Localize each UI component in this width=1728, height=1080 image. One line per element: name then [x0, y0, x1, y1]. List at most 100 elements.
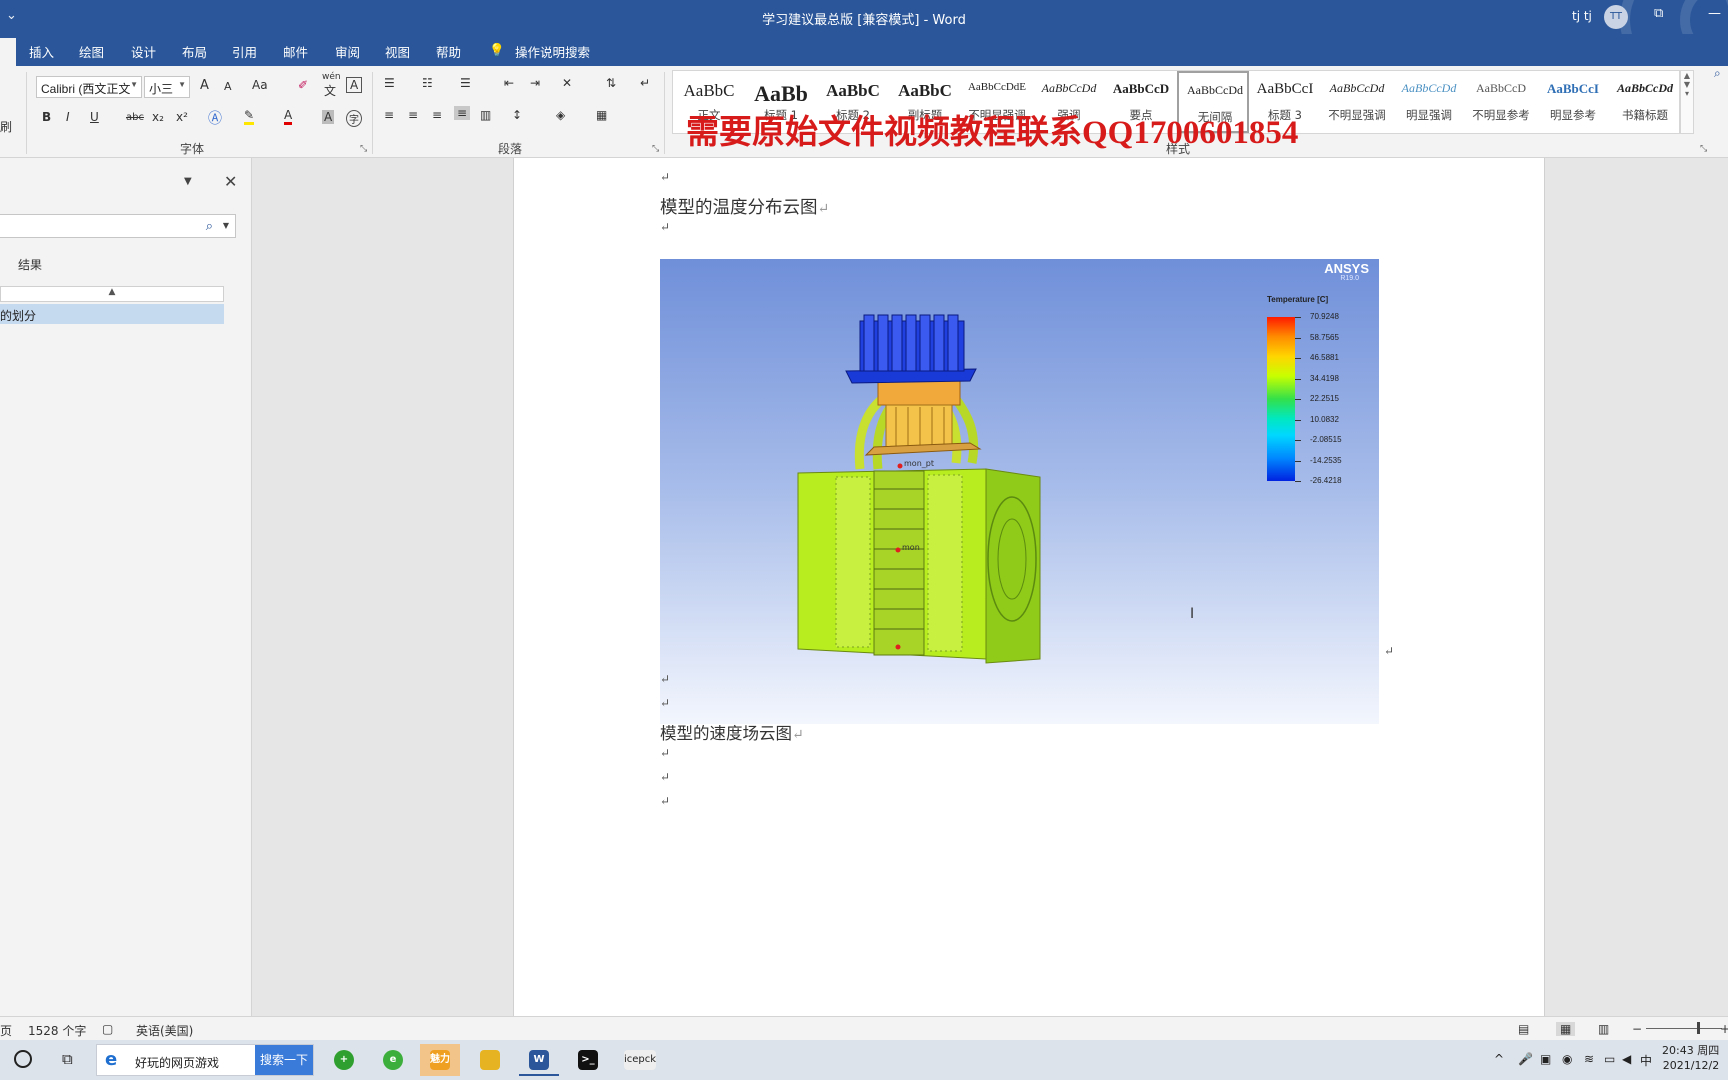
taskbar-app-meili[interactable]: 魅力	[420, 1044, 460, 1076]
shrink-font-button[interactable]: A	[224, 80, 232, 93]
clear-formatting-icon[interactable]: ✐	[298, 78, 308, 92]
phonetic-guide-char[interactable]: 文	[324, 82, 336, 99]
taskbar-app-icepak[interactable]: icepck	[618, 1044, 662, 1076]
tab-references[interactable]: 引用	[232, 42, 257, 61]
subscript-button[interactable]: x₂	[152, 110, 164, 124]
word-count[interactable]: 1528 个字	[28, 1022, 86, 1039]
cortana-icon[interactable]	[14, 1050, 32, 1068]
microphone-icon[interactable]: 🎤	[1518, 1052, 1533, 1066]
tab-home[interactable]	[0, 38, 16, 66]
sort-icon[interactable]: ⇅	[606, 76, 616, 90]
format-painter-label[interactable]: 刷	[0, 118, 12, 135]
text-effects-icon[interactable]: Ⓐ	[208, 108, 222, 128]
tab-draw[interactable]: 绘图	[79, 42, 104, 61]
dialog-launcher-icon[interactable]: ⤡	[360, 144, 367, 154]
language-indicator[interactable]: 英语(美国)	[136, 1022, 193, 1039]
proofing-icon[interactable]: ▢	[102, 1022, 113, 1036]
security-icon[interactable]: ▣	[1540, 1052, 1551, 1066]
multilevel-list-icon[interactable]: ☰	[460, 76, 471, 90]
network-icon[interactable]: ≋	[1584, 1052, 1594, 1066]
style-item[interactable]: AaBbCcI 明显参考	[1537, 71, 1609, 133]
enclose-characters-button[interactable]: 字	[346, 110, 362, 127]
phonetic-guide-label[interactable]: wén	[322, 72, 341, 82]
read-mode-icon[interactable]: ▤	[1518, 1022, 1529, 1036]
show-marks-icon[interactable]: ↵	[640, 76, 650, 90]
volume-icon[interactable]: ◀	[1622, 1052, 1631, 1066]
restore-window-icon[interactable]: ⧉	[1654, 6, 1663, 21]
decrease-indent-icon[interactable]: ⇤	[504, 76, 514, 90]
collapse-up-icon[interactable]: ▲	[0, 286, 224, 302]
document-page[interactable]: ↵ 模型的温度分布云图↵ ↵ mon_pt mon ANSYS R19.0 Te…	[513, 158, 1545, 1016]
temperature-contour-image[interactable]: mon_pt mon ANSYS R19.0 Temperature [C] 7…	[660, 259, 1379, 724]
zoom-slider[interactable]	[1646, 1028, 1722, 1029]
heading-velocity[interactable]: 模型的速度场云图↵	[660, 720, 804, 744]
heading-temperature[interactable]: 模型的温度分布云图↵	[660, 194, 829, 219]
bullets-icon[interactable]: ☰	[384, 76, 395, 90]
justify-icon[interactable]: ≡	[454, 106, 471, 120]
character-border-button[interactable]: A	[346, 77, 363, 93]
close-icon[interactable]: ✕	[224, 172, 237, 191]
style-item[interactable]: AaBbCcDd 明显强调	[1393, 71, 1465, 133]
tab-mailings[interactable]: 邮件	[283, 42, 308, 61]
page-indicator[interactable]: 页	[0, 1022, 12, 1039]
taskbar-search[interactable]: e 好玩的网页游戏 搜索一下	[96, 1044, 314, 1076]
search-icon[interactable]: ⌕	[206, 219, 213, 234]
bold-button[interactable]: B	[42, 110, 51, 124]
tab-results[interactable]: 结果	[18, 256, 42, 273]
font-size-combo[interactable]: 小三 ▼	[144, 76, 190, 98]
align-left-icon[interactable]: ≡	[384, 108, 394, 122]
numbering-icon[interactable]: ☷	[422, 76, 433, 90]
task-view-icon[interactable]: ⧉	[62, 1050, 73, 1068]
tab-design[interactable]: 设计	[131, 42, 156, 61]
dialog-launcher-icon[interactable]: ⤡	[652, 144, 659, 154]
nav-heading-item[interactable]: 的划分	[0, 304, 224, 324]
align-center-icon[interactable]: ≡	[408, 108, 418, 122]
show-hidden-icons-icon[interactable]: ^	[1494, 1052, 1504, 1066]
line-spacing-icon[interactable]: ↕	[512, 108, 522, 122]
editing-find-icon[interactable]: ⌕	[1714, 66, 1721, 81]
minimize-icon[interactable]: —	[1708, 6, 1721, 21]
style-item[interactable]: AaBbCcDd 书籍标题	[1609, 71, 1681, 133]
taskbar-app-360[interactable]: +	[324, 1044, 364, 1076]
nav-search-input[interactable]: ⌕ ▼	[0, 214, 236, 238]
superscript-button[interactable]: x²	[176, 110, 188, 124]
tab-help[interactable]: 帮助	[436, 42, 461, 61]
change-case-button[interactable]: Aa	[252, 78, 268, 92]
ime-indicator[interactable]: 中	[1640, 1052, 1652, 1069]
zoom-out-button[interactable]: −	[1632, 1022, 1642, 1036]
avatar[interactable]: TT	[1604, 5, 1628, 29]
distributed-icon[interactable]: ▥	[480, 108, 491, 122]
strikethrough-button[interactable]: abc	[126, 112, 144, 123]
taskbar-app-explorer[interactable]	[470, 1044, 510, 1076]
tab-insert[interactable]: 插入	[29, 42, 54, 61]
taskbar-app-terminal[interactable]: >_	[568, 1044, 608, 1076]
chinese-layout-icon[interactable]: ✕	[562, 76, 572, 90]
tab-view[interactable]: 视图	[385, 42, 410, 61]
dialog-launcher-icon[interactable]: ⤡	[1700, 144, 1707, 154]
grow-font-button[interactable]: A	[200, 78, 209, 93]
system-clock[interactable]: 20:43 周四 2021/12/2	[1662, 1043, 1719, 1073]
web-layout-icon[interactable]: ▥	[1598, 1022, 1609, 1036]
style-item[interactable]: AaBbCcDd 不明显强调	[1321, 71, 1393, 133]
font-name-combo[interactable]: Calibri (西文正文 ▼	[36, 76, 142, 98]
gallery-scrollbar[interactable]: ▲ ▼ ▾	[1680, 70, 1694, 134]
align-right-icon[interactable]: ≡	[432, 108, 442, 122]
increase-indent-icon[interactable]: ⇥	[530, 76, 540, 90]
tab-review[interactable]: 审阅	[335, 42, 360, 61]
zoom-slider-thumb[interactable]	[1697, 1022, 1700, 1034]
battery-icon[interactable]: ▭	[1604, 1052, 1615, 1066]
zoom-in-button[interactable]: +	[1720, 1022, 1728, 1036]
borders-icon[interactable]: ▦	[596, 108, 607, 122]
taskbar-app-word[interactable]: W	[519, 1044, 559, 1076]
font-color-button[interactable]: A	[284, 108, 293, 125]
taskbar-app-browser[interactable]: e	[373, 1044, 413, 1076]
chevron-down-icon[interactable]: ▼	[223, 221, 229, 230]
pane-options-icon[interactable]: ▼	[184, 176, 192, 187]
tab-layout[interactable]: 布局	[182, 42, 207, 61]
style-item[interactable]: AaBbCcD 不明显参考	[1465, 71, 1537, 133]
print-layout-icon[interactable]: ▦	[1556, 1022, 1576, 1036]
shading-icon[interactable]: ◈	[556, 108, 565, 122]
italic-button[interactable]: I	[66, 110, 70, 124]
character-shading-button[interactable]: A	[322, 110, 335, 124]
underline-button[interactable]: U	[90, 110, 99, 124]
